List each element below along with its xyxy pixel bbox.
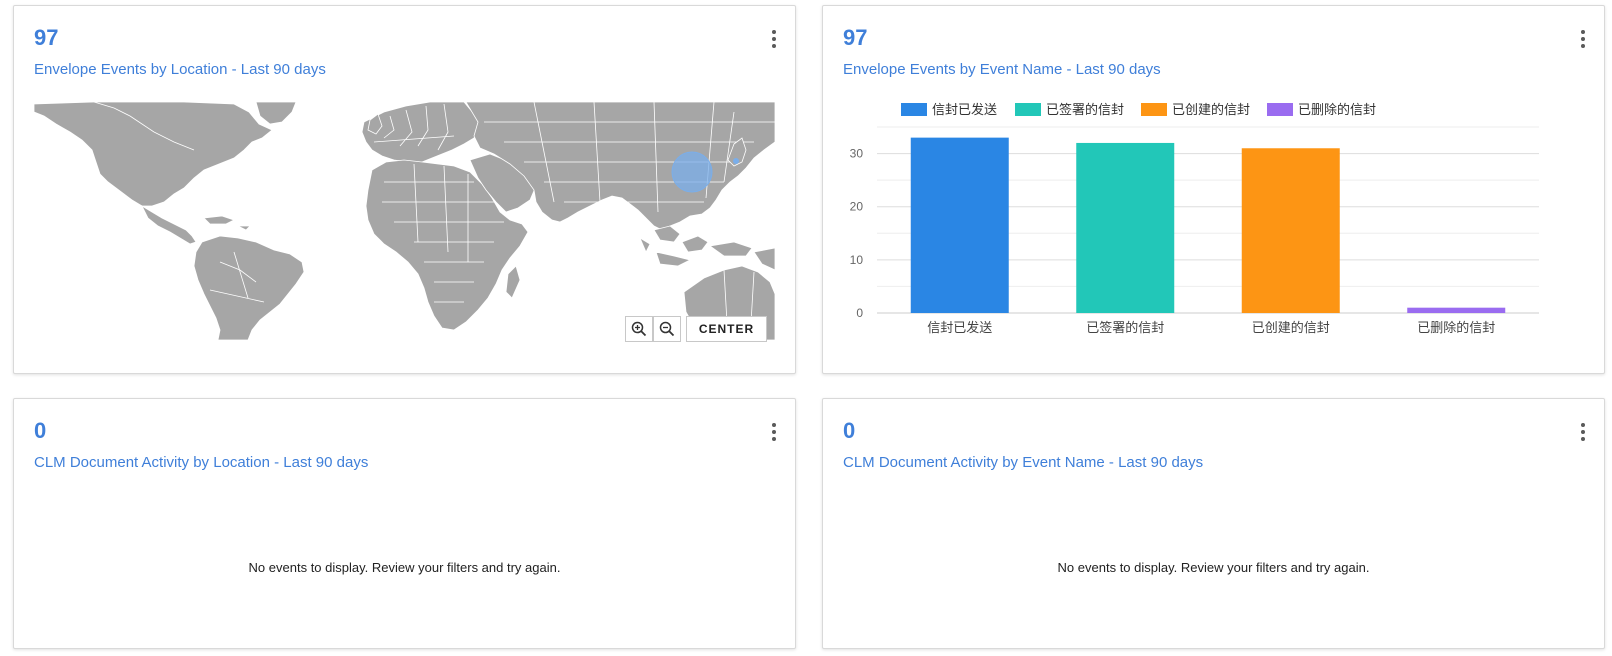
envelope-events-by-event-name-card: 97 Envelope Events by Event Name - Last … (822, 5, 1605, 374)
europe-shape (361, 102, 481, 163)
clm-activity-by-location-card: 0 CLM Document Activity by Location - La… (13, 398, 796, 649)
legend-label: 已签署的信封 (1046, 102, 1124, 117)
legend-label: 已删除的信封 (1298, 102, 1376, 117)
card-count: 97 (34, 25, 59, 50)
x-tick-label: 已创建的信封 (1252, 320, 1330, 335)
x-tick-label: 信封已发送 (927, 320, 992, 335)
event-name-bar-chart: 0102030信封已发送 已签署的信封 已创建的信封 已删除的信封信封已发送 已签署的信… (850, 102, 1539, 335)
legend-swatch (1141, 103, 1167, 116)
bar (1241, 148, 1340, 313)
zoom-out-button[interactable] (653, 316, 681, 342)
event-marker (671, 151, 713, 193)
bar (910, 137, 1009, 313)
x-tick-label: 已签署的信封 (1086, 320, 1164, 335)
asia-shape (465, 102, 775, 231)
empty-state-message: No events to display. Review your filter… (1057, 560, 1370, 575)
greenland-shape (255, 102, 297, 125)
legend-label: 信封已发送 (932, 102, 997, 117)
more-options-icon[interactable] (767, 421, 781, 443)
bar (1076, 142, 1175, 313)
card-title[interactable]: CLM Document Activity by Event Name - La… (843, 454, 1203, 471)
north-america-shape (34, 102, 273, 207)
empty-state-message: No events to display. Review your filter… (248, 560, 561, 575)
center-map-button[interactable]: CENTER (686, 316, 767, 342)
envelope-events-by-location-card: 97 Envelope Events by Location - Last 90… (13, 5, 796, 374)
card-count: 0 (34, 418, 47, 443)
bar (1407, 307, 1506, 313)
legend-swatch (1015, 103, 1041, 116)
card-count: 0 (843, 418, 856, 443)
zoom-in-icon (631, 321, 647, 337)
legend-label: 已创建的信封 (1172, 102, 1250, 117)
legend-swatch (1267, 103, 1293, 116)
card-title[interactable]: CLM Document Activity by Location - Last… (34, 454, 368, 471)
y-tick-label: 10 (850, 253, 864, 267)
x-tick-label: 已删除的信封 (1417, 320, 1495, 335)
zoom-out-icon (659, 321, 675, 337)
y-tick-label: 20 (850, 200, 864, 214)
south-america-shape (193, 235, 305, 340)
more-options-icon[interactable] (767, 28, 781, 50)
more-options-icon[interactable] (1576, 421, 1590, 443)
clm-activity-by-event-name-card: 0 CLM Document Activity by Event Name - … (822, 398, 1605, 649)
legend-swatch (901, 103, 927, 116)
y-tick-label: 30 (850, 147, 864, 161)
zoom-in-button[interactable] (625, 316, 653, 342)
world-map[interactable] (34, 102, 775, 340)
y-tick-label: 0 (856, 306, 863, 320)
card-title[interactable]: Envelope Events by Location - Last 90 da… (34, 61, 326, 78)
